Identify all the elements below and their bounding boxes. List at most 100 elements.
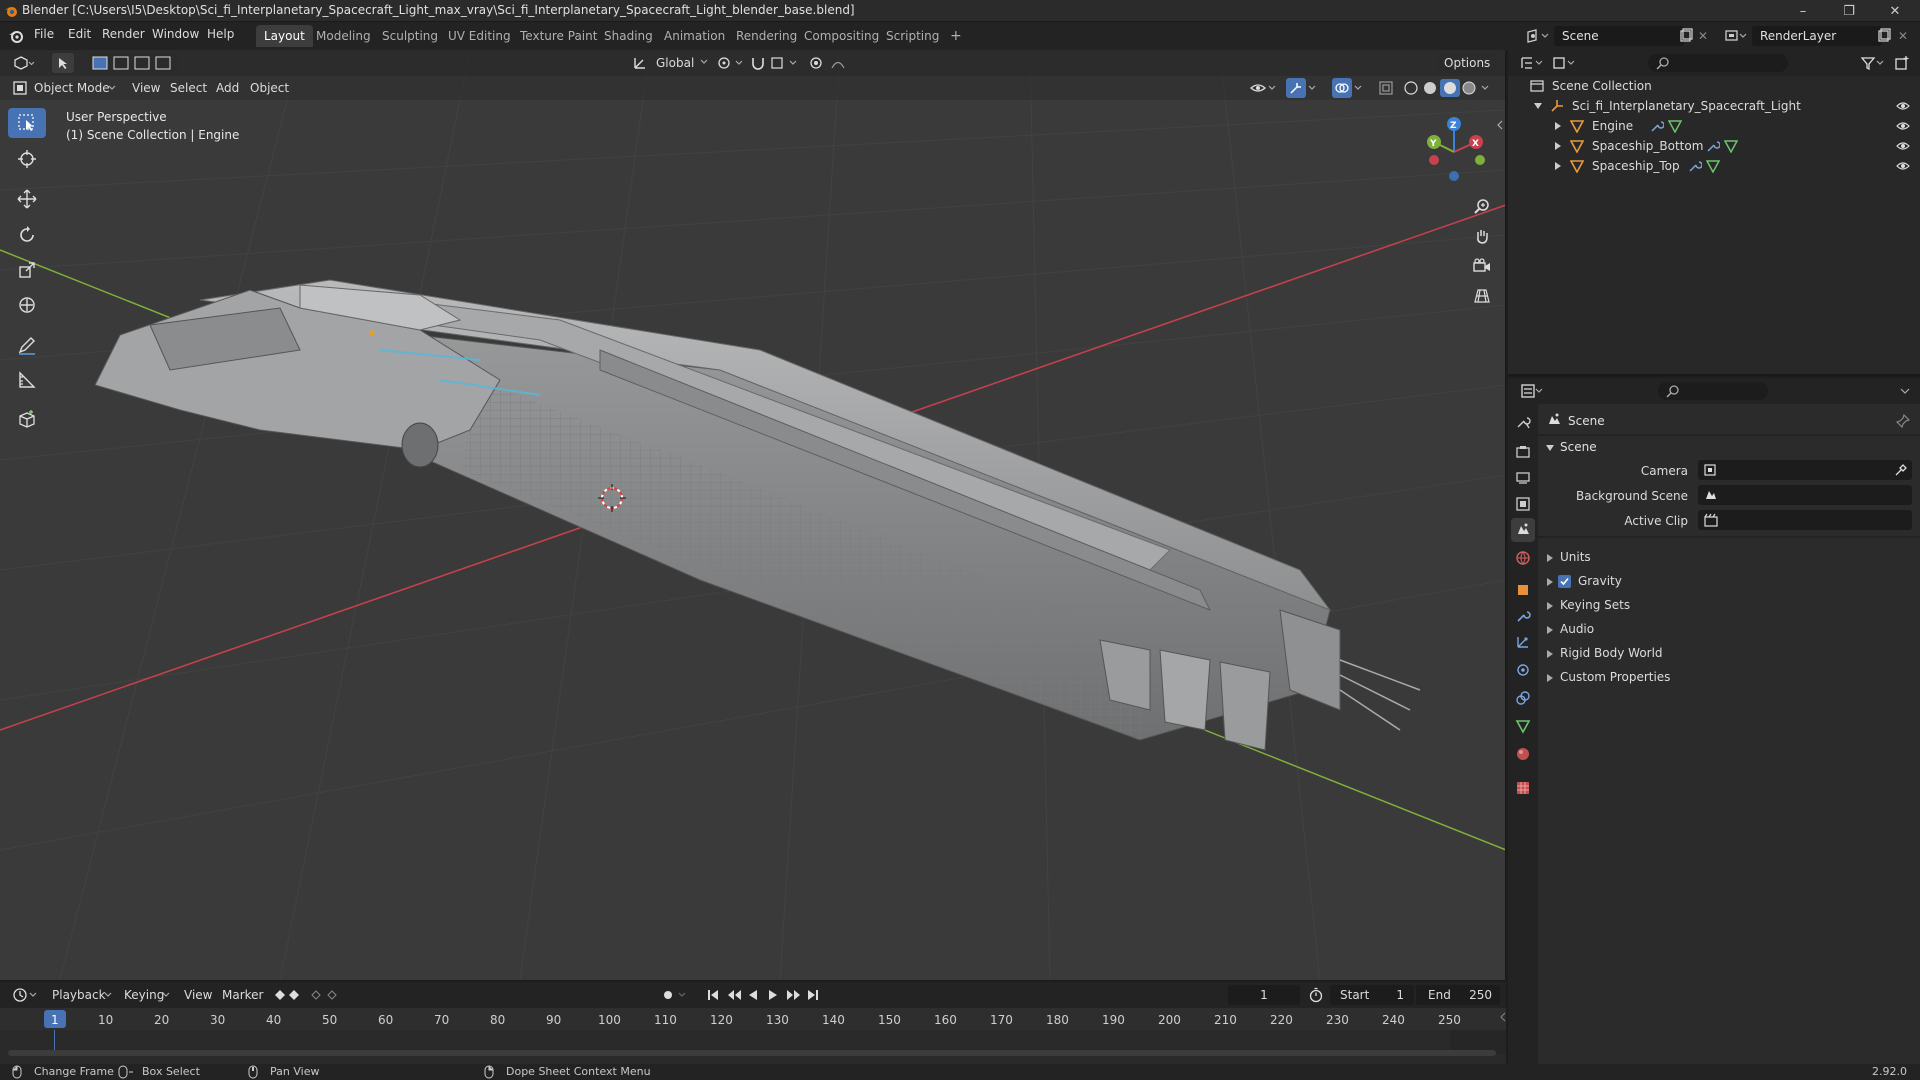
tab-rendering[interactable]: Rendering bbox=[728, 25, 805, 47]
timeline-menu-marker[interactable]: Marker bbox=[216, 985, 269, 1005]
gizmo-toggle-icon[interactable] bbox=[1286, 78, 1306, 98]
tab-animation[interactable]: Animation bbox=[656, 25, 733, 47]
tab-scripting[interactable]: Scripting bbox=[878, 25, 947, 47]
annotate-tool-icon[interactable] bbox=[8, 330, 46, 360]
zoom-icon[interactable] bbox=[1468, 192, 1496, 220]
outliner-row-scene-collection[interactable]: Scene Collection bbox=[1508, 76, 1920, 96]
timeline-menu-playback[interactable]: Playback bbox=[46, 985, 112, 1005]
cursor-tool-icon[interactable] bbox=[8, 144, 46, 174]
collapsed-arrow-icon[interactable] bbox=[1546, 578, 1554, 586]
tab-modeling[interactable]: Modeling bbox=[308, 25, 379, 47]
new-view-layer-icon[interactable] bbox=[1876, 28, 1892, 44]
blender-menu-icon[interactable] bbox=[8, 28, 24, 44]
viewport-menu-object[interactable]: Object bbox=[244, 78, 295, 98]
subpanel-units[interactable]: Units bbox=[1560, 550, 1591, 564]
chevron-down-icon[interactable] bbox=[1900, 388, 1910, 394]
display-mode-icon[interactable] bbox=[1552, 55, 1576, 71]
view-layer-tab-icon[interactable] bbox=[1511, 492, 1535, 516]
menu-help[interactable]: Help bbox=[207, 27, 234, 41]
timeline-menu-view[interactable]: View bbox=[178, 985, 218, 1005]
jump-to-end-icon[interactable] bbox=[806, 987, 820, 1003]
select-tool-icon[interactable] bbox=[52, 53, 74, 73]
texture-tab-icon[interactable] bbox=[1511, 776, 1535, 800]
render-tab-icon[interactable] bbox=[1511, 440, 1535, 464]
scene-name-field[interactable]: Scene bbox=[1554, 26, 1684, 46]
collapsed-arrow-icon[interactable] bbox=[1546, 626, 1554, 634]
active-clip-field[interactable] bbox=[1698, 510, 1912, 530]
viewport-menu-view[interactable]: View bbox=[126, 78, 166, 98]
subpanel-rigid-body-world[interactable]: Rigid Body World bbox=[1560, 646, 1663, 660]
data-tab-icon[interactable] bbox=[1511, 714, 1535, 738]
view-layer-icon[interactable] bbox=[1724, 28, 1748, 44]
timeline-side-arrow-icon[interactable] bbox=[1500, 1012, 1506, 1022]
tab-compositing[interactable]: Compositing bbox=[796, 25, 887, 47]
output-tab-icon[interactable] bbox=[1511, 466, 1535, 490]
material-tab-icon[interactable] bbox=[1511, 742, 1535, 766]
expand-arrow-icon[interactable] bbox=[1554, 142, 1562, 150]
menu-edit[interactable]: Edit bbox=[68, 27, 91, 41]
end-frame-field[interactable]: End 250 bbox=[1416, 985, 1500, 1005]
timeline-editor-type-icon[interactable] bbox=[12, 987, 38, 1003]
measure-tool-icon[interactable] bbox=[8, 365, 46, 395]
scene-panel-title[interactable]: Scene bbox=[1560, 440, 1597, 454]
collapsed-arrow-icon[interactable] bbox=[1546, 650, 1554, 658]
properties-editor-type-icon[interactable] bbox=[1520, 383, 1544, 399]
outliner-row-engine[interactable]: Engine bbox=[1508, 116, 1920, 136]
camera-view-icon[interactable] bbox=[1468, 252, 1496, 280]
outliner-row-spaceship-top[interactable]: Spaceship_Top bbox=[1508, 156, 1920, 176]
new-collection-icon[interactable] bbox=[1894, 55, 1910, 71]
outliner-editor-type-icon[interactable] bbox=[1520, 55, 1544, 71]
object-mode-dropdown[interactable]: Object Mode bbox=[28, 78, 116, 98]
physics-tab-icon[interactable] bbox=[1511, 658, 1535, 682]
keyframe-nav-icon[interactable] bbox=[272, 987, 344, 1003]
jump-to-keyframe-back-icon[interactable] bbox=[726, 987, 742, 1003]
visibility-icon[interactable] bbox=[1250, 80, 1278, 96]
record-button[interactable] bbox=[660, 987, 690, 1003]
add-cube-tool-icon[interactable] bbox=[8, 404, 46, 434]
perspective-toggle-icon[interactable] bbox=[1468, 282, 1496, 310]
collapsed-arrow-icon[interactable] bbox=[1546, 602, 1554, 610]
tab-sculpting[interactable]: Sculpting bbox=[374, 25, 446, 47]
timeline-scrollbar[interactable] bbox=[8, 1050, 1496, 1056]
background-scene-field[interactable] bbox=[1698, 485, 1912, 505]
gravity-checkbox[interactable] bbox=[1558, 575, 1571, 588]
scene-tab-icon[interactable] bbox=[1511, 518, 1535, 542]
pan-hand-icon[interactable] bbox=[1468, 222, 1496, 250]
viewport-menu-add[interactable]: Add bbox=[210, 78, 245, 98]
outliner-row-spaceship-bottom[interactable]: Spaceship_Bottom bbox=[1508, 136, 1920, 156]
selection-mode-buttons[interactable] bbox=[88, 53, 178, 73]
tab-texture-paint[interactable]: Texture Paint bbox=[512, 25, 605, 47]
jump-to-keyframe-forward-icon[interactable] bbox=[786, 987, 802, 1003]
transform-orientation-dropdown[interactable]: Global bbox=[650, 53, 700, 73]
play-reverse-icon[interactable] bbox=[746, 987, 760, 1003]
view-layer-field[interactable]: RenderLayer bbox=[1752, 26, 1882, 46]
menu-render[interactable]: Render bbox=[102, 27, 145, 41]
maximize-button[interactable]: ❐ bbox=[1826, 0, 1872, 22]
new-scene-icon[interactable] bbox=[1678, 28, 1694, 44]
3d-viewport[interactable]: Global Options Object Mode View Select A… bbox=[0, 50, 1506, 980]
tool-tab-icon[interactable] bbox=[1511, 410, 1535, 434]
pin-icon[interactable] bbox=[1896, 414, 1910, 428]
close-button[interactable]: ✕ bbox=[1872, 0, 1918, 22]
eye-icon[interactable] bbox=[1896, 139, 1910, 153]
filter-icon[interactable] bbox=[1860, 55, 1886, 71]
current-frame-field[interactable]: 1 bbox=[1228, 985, 1300, 1005]
delete-scene-icon[interactable]: ✕ bbox=[1698, 29, 1708, 43]
eyedropper-icon[interactable] bbox=[1894, 463, 1908, 477]
options-dropdown[interactable]: Options bbox=[1438, 53, 1497, 73]
collapsed-arrow-icon[interactable] bbox=[1546, 674, 1554, 682]
expand-arrow-icon[interactable] bbox=[1554, 162, 1562, 170]
pivot-point-icon[interactable] bbox=[716, 55, 746, 71]
scale-tool-icon[interactable] bbox=[8, 255, 46, 285]
start-frame-field[interactable]: Start 1 bbox=[1330, 985, 1414, 1005]
subpanel-keying-sets[interactable]: Keying Sets bbox=[1560, 598, 1630, 612]
eye-icon[interactable] bbox=[1896, 159, 1910, 173]
sidebar-toggle-icon[interactable] bbox=[1496, 120, 1504, 130]
collapsed-arrow-icon[interactable] bbox=[1546, 554, 1554, 562]
subpanel-gravity[interactable]: Gravity bbox=[1578, 574, 1622, 588]
overlays-toggle-icon[interactable] bbox=[1332, 78, 1352, 98]
proportional-editing-icon[interactable] bbox=[808, 55, 854, 71]
constraints-tab-icon[interactable] bbox=[1511, 686, 1535, 710]
add-workspace-button[interactable]: + bbox=[942, 25, 970, 47]
subpanel-custom-properties[interactable]: Custom Properties bbox=[1560, 670, 1670, 684]
